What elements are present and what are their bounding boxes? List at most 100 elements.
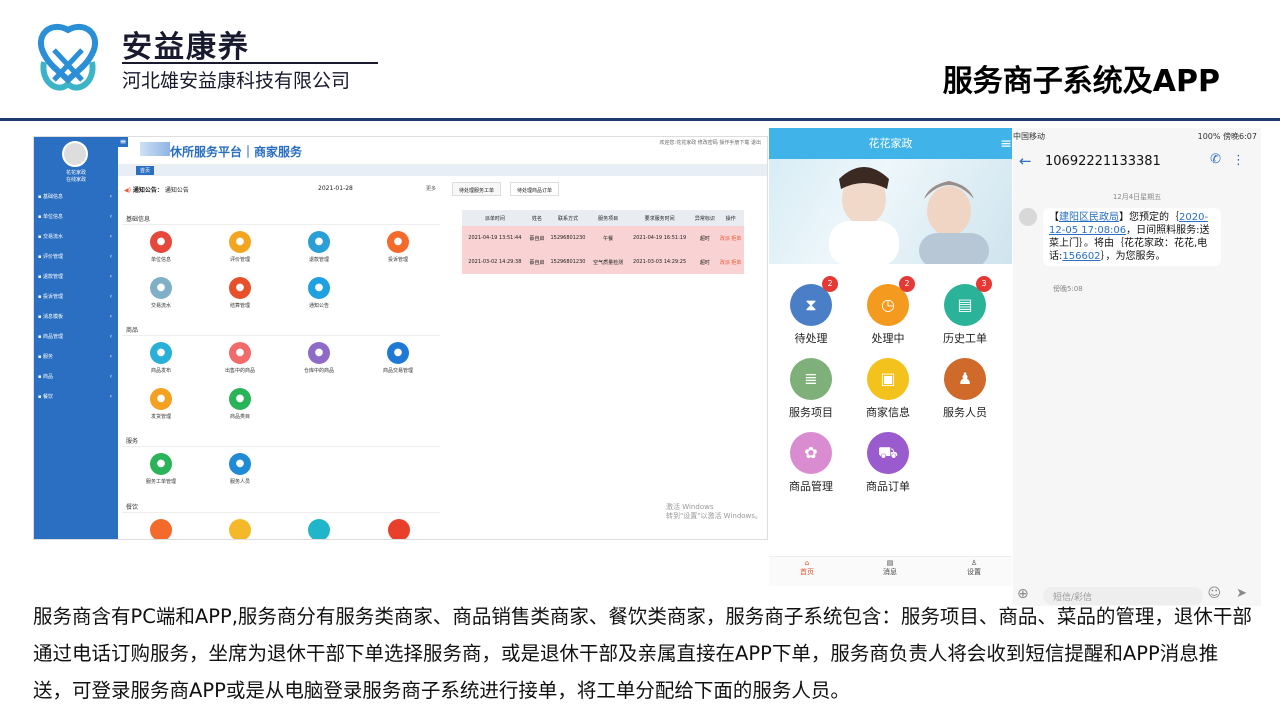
pc-sidebar-item[interactable]: ▪ 退款管理 ‹ [34, 267, 118, 287]
module-label: 交易流水 [150, 303, 171, 309]
pc-section-food: 餐饮 [126, 504, 139, 511]
pc-module-item[interactable]: ● 发货管理 [131, 388, 191, 420]
pc-sidebar-label: 退款管理 [42, 274, 63, 280]
module-icon: ● [308, 231, 330, 253]
pc-section-basic: 基础信息 [126, 216, 151, 223]
pc-section-divider [122, 512, 440, 513]
module-icon: ● [150, 388, 172, 410]
pc-module-item[interactable]: ● 服务工单管理 [131, 453, 191, 485]
pc-module-item[interactable]: ● 出售中的商品 [210, 342, 270, 374]
pc-sidebar-item[interactable]: ▪ 商品管理 ‹ [34, 327, 118, 347]
pc-order-tab[interactable]: 待处理服务工单 [452, 182, 502, 196]
chevron-icon: ‹ [109, 213, 112, 220]
home-icon: ⌂ [804, 559, 810, 567]
module-label: 单位信息 [150, 257, 171, 263]
app-tile-8[interactable]: ⛟ 商品订单 [853, 432, 923, 494]
pc-account-bar[interactable]: 欢迎您:花花家政 修改密码 操作手册下载 退出 [660, 139, 761, 146]
pc-module-item[interactable]: ● 服务人员 [210, 453, 270, 485]
carrier-label: 中国移动 [1013, 132, 1045, 141]
menu-icon[interactable]: ≡ [1000, 136, 1012, 152]
app-tile-2[interactable]: ◷ 2 处理中 [853, 276, 923, 346]
msg-phone-link[interactable]: 156602 [1062, 251, 1100, 262]
badge: 2 [899, 276, 915, 292]
pc-module-item[interactable]: ● 通知公告 [289, 277, 349, 309]
module-icon: ● [308, 277, 330, 299]
app-tile-5[interactable]: ▣ 商家信息 [853, 358, 923, 420]
pc-module-item[interactable]: ● 商品交易管理 [368, 342, 428, 374]
module-label: 商品发布 [150, 368, 171, 374]
more-icon[interactable]: ⋮ [1232, 153, 1245, 168]
chevron-icon: ‹ [109, 273, 112, 280]
app-tile-6[interactable]: ♟ 服务人员 [930, 358, 1000, 420]
pc-sidebar-item[interactable]: ▪ 餐饮 ‹ [34, 387, 118, 407]
back-arrow-icon[interactable]: ← [1019, 152, 1032, 170]
pc-sidebar-item[interactable]: ▪ 基础信息 ‹ [34, 187, 118, 207]
table-cell: 超时 [692, 250, 718, 274]
pc-orders-panel: 待处理服务工单 待处理商品订单 派单时间 姓名 联系方式 服务项目 要求服务时间 异常标识… [452, 182, 762, 522]
pc-sidebar-label: 服务 [42, 354, 53, 360]
pc-avatar [62, 141, 88, 167]
app-tile-3[interactable]: ▤ 3 历史工单 [930, 276, 1000, 346]
pc-notice-text[interactable]: 通知公告 [165, 187, 189, 194]
pc-sidebar-item[interactable]: ▪ 商品 ‹ [34, 367, 118, 387]
table-cell[interactable]: 改派 拒单 [717, 226, 744, 250]
pc-module-item[interactable]: ● 交易流水 [131, 277, 191, 309]
pc-module-item[interactable]: ● 退款管理 [289, 231, 349, 263]
chevron-icon: ‹ [109, 353, 112, 360]
table-cell[interactable]: 改派 拒单 [717, 250, 744, 274]
pc-sidebar-item[interactable]: ▪ 交易流水 ‹ [34, 227, 118, 247]
food-icon[interactable] [308, 519, 330, 539]
pc-tab-home[interactable]: 首页 [136, 166, 155, 175]
app-tile-1[interactable]: ⧗ 2 待处理 [776, 276, 846, 346]
pc-module-item[interactable]: ● 商品发布 [131, 342, 191, 374]
module-label: 通知公告 [308, 303, 329, 309]
food-icon[interactable] [388, 519, 410, 539]
module-label: 仓库中的商品 [303, 368, 334, 374]
chevron-icon: ‹ [109, 293, 112, 300]
food-icon[interactable] [229, 519, 251, 539]
module-icon: ● [387, 231, 409, 253]
pc-module-item[interactable]: ● 评价管理 [210, 231, 270, 263]
pc-notice-more[interactable]: 更多 [426, 185, 436, 192]
speaker-icon: ◀) [124, 187, 131, 194]
gift-icon: ✿ [790, 432, 832, 474]
pc-module-item[interactable]: ● 仓库中的商品 [289, 342, 349, 374]
pc-section-divider [122, 224, 440, 225]
pc-module-item[interactable]: ● 单位信息 [131, 231, 191, 263]
cart-icon: ⛟ [867, 432, 909, 474]
pc-sidebar-item[interactable]: ▪ 投诉管理 ‹ [34, 287, 118, 307]
tab-settings[interactable]: ♙ 设置 [944, 559, 1004, 577]
pc-sidebar-label: 餐饮 [42, 394, 53, 400]
module-icon: ● [229, 388, 251, 410]
pc-sidebar-item[interactable]: ▪ 消息模板 ‹ [34, 307, 118, 327]
app-tile-7[interactable]: ✿ 商品管理 [776, 432, 846, 494]
pc-module-item[interactable]: ● 投诉管理 [368, 231, 428, 263]
pc-sidebar-label: 消息模板 [42, 314, 63, 320]
windows-watermark: 激活 Windows 转到"设置"以激活 Windows。 [666, 503, 762, 521]
food-icon[interactable] [150, 519, 172, 539]
pc-order-tab[interactable]: 待处理商品订单 [510, 182, 560, 196]
watermark-line: 激活 Windows [666, 503, 714, 511]
pc-sidebar-label: 交易流水 [42, 234, 63, 240]
tab-home[interactable]: ⌂ 首页 [777, 559, 837, 577]
pc-menu-icon[interactable]: ≡ [118, 137, 128, 147]
tile-label: 商品订单 [866, 480, 910, 493]
tab-messages[interactable]: ▤ 消息 [860, 559, 920, 577]
sender-avatar [1019, 208, 1037, 226]
pc-sidebar-label: 商品 [42, 374, 53, 380]
module-icon: ● [308, 342, 330, 364]
badge: 2 [822, 276, 838, 292]
pc-module-item[interactable]: ● 结算管理 [210, 277, 270, 309]
pc-sidebar: 花花家政 在线家政 ▪ 基础信息 ‹ ▪ 单位信息 ‹ ▪ 交易流水 ‹ ▪ 评价管理 ‹ ▪ … [34, 137, 118, 539]
phone-icon[interactable]: ✆ [1210, 152, 1221, 167]
pc-module-item[interactable]: ● 商品类目 [210, 388, 270, 420]
table-cell: 午餐 [589, 226, 627, 250]
pc-sidebar-item[interactable]: ▪ 单位信息 ‹ [34, 207, 118, 227]
app-tile-4[interactable]: ≣ 服务项目 [776, 358, 846, 420]
msg-org-link[interactable]: 建阳区民政局 [1059, 212, 1119, 223]
module-icon: ● [229, 342, 251, 364]
chevron-icon: ‹ [109, 373, 112, 380]
pc-sidebar-item[interactable]: ▪ 服务 ‹ [34, 347, 118, 367]
tile-label: 服务项目 [789, 406, 833, 419]
pc-sidebar-item[interactable]: ▪ 评价管理 ‹ [34, 247, 118, 267]
